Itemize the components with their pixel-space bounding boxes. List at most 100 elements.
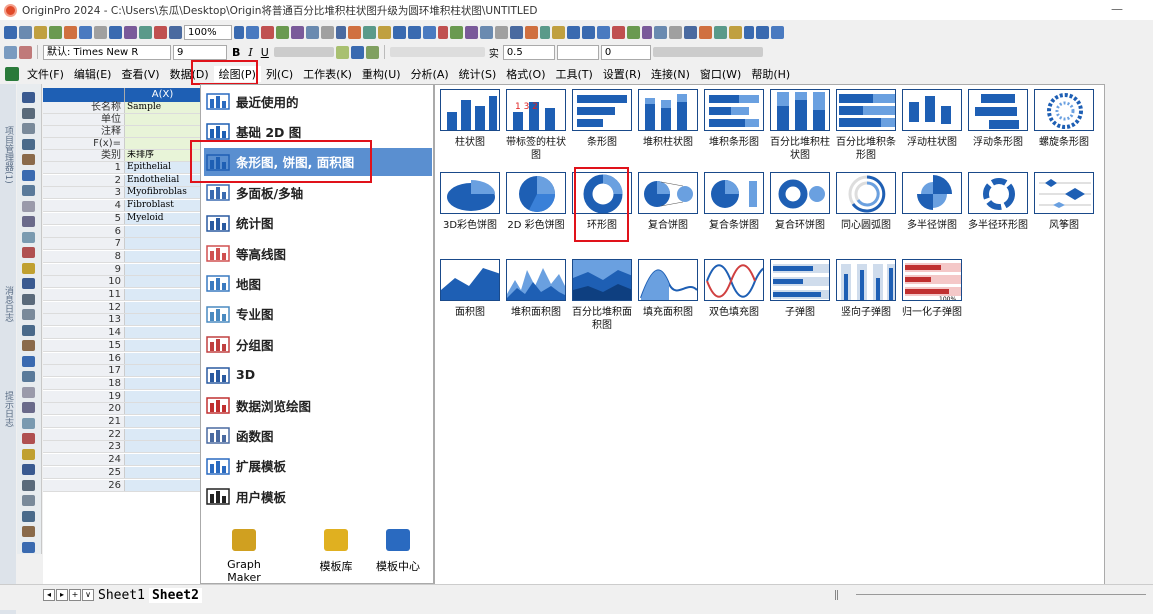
plot-menu-item[interactable]: 扩展模板 (204, 452, 432, 480)
column-a-header[interactable]: A(X) (125, 88, 200, 102)
gallery-thumb-float[interactable] (902, 89, 962, 131)
tool-icon[interactable] (22, 293, 35, 305)
toolbar-icon[interactable] (408, 25, 421, 39)
toolbar-icon[interactable] (139, 25, 152, 39)
toolbar-icon[interactable] (169, 25, 182, 39)
gallery-thumb-hpct[interactable] (836, 89, 896, 131)
tool-icon[interactable] (22, 448, 35, 460)
toolbar-icon[interactable] (261, 25, 274, 39)
gallery-thumb-fillarea[interactable] (638, 259, 698, 301)
gallery-thumb-radiuspie[interactable] (902, 172, 962, 214)
row-number[interactable]: 22 (43, 428, 125, 440)
prev-sheet-icon[interactable]: ◂ (43, 589, 55, 601)
gallery-thumb-bullet[interactable] (770, 259, 830, 301)
side-tab-results[interactable]: 提示日志 (1, 369, 15, 449)
toolbar-icon[interactable] (525, 25, 538, 39)
meta-value[interactable] (125, 126, 200, 137)
tool-icon[interactable] (22, 417, 35, 429)
toolbar-icon[interactable] (654, 25, 667, 39)
tab-sheet2[interactable]: Sheet2 (148, 587, 202, 603)
toolbar-icon[interactable] (393, 25, 406, 39)
row-number[interactable]: 25 (43, 466, 125, 478)
row-number[interactable]: 1 (43, 162, 125, 173)
gallery-thumb-spiral[interactable] (1034, 89, 1094, 131)
data-cell[interactable] (125, 390, 200, 402)
side-tab-project-explorer[interactable]: 项目管理器(1) (1, 90, 15, 220)
gallery-thumb-compound[interactable] (638, 172, 698, 214)
tool-icon[interactable] (22, 154, 35, 165)
plot-menu-item[interactable]: 地图 (204, 269, 432, 297)
row-number[interactable]: 11 (43, 289, 125, 300)
toolbar-icon[interactable] (582, 25, 595, 39)
gallery-thumb-pctarea[interactable] (572, 259, 632, 301)
row-number[interactable]: 10 (43, 276, 125, 288)
gallery-thumb-stackarea[interactable] (506, 259, 566, 301)
toolbar-icon[interactable] (306, 25, 319, 39)
row-number[interactable]: 23 (43, 441, 125, 453)
meta-value[interactable] (125, 114, 200, 125)
data-cell[interactable] (125, 289, 200, 300)
toolbar-icon[interactable] (771, 25, 784, 39)
gallery-thumb-radiusdonut[interactable] (968, 172, 1028, 214)
tool-icon[interactable] (22, 371, 35, 382)
toolbar-icon[interactable] (450, 25, 463, 39)
row-number[interactable]: 12 (43, 301, 125, 313)
toolbar-icon[interactable] (729, 25, 742, 39)
menu-tools[interactable]: 工具(T) (551, 66, 598, 82)
tool-icon[interactable] (22, 247, 35, 258)
tool-icon[interactable] (22, 340, 35, 351)
tool-icon[interactable] (22, 464, 35, 475)
layer-icon[interactable] (335, 45, 349, 59)
underline-button[interactable]: U (258, 46, 272, 59)
toolbar-icon[interactable] (94, 25, 107, 39)
row-number[interactable]: 18 (43, 377, 125, 389)
menu-plot[interactable]: 绘图(P) (213, 65, 261, 82)
toolbar-icon[interactable] (465, 25, 478, 39)
meta-value[interactable] (125, 138, 200, 149)
template-button[interactable]: 模板中心 (363, 525, 433, 577)
data-cell[interactable] (125, 352, 200, 364)
toolbar-icon[interactable] (124, 25, 137, 39)
font-size-combo[interactable]: 9 (173, 44, 227, 60)
gallery-thumb-pie3d[interactable] (440, 172, 500, 214)
plot-menu-item[interactable]: 专业图 (204, 300, 432, 328)
line-color-icons[interactable] (389, 47, 485, 57)
menu-statistics[interactable]: 统计(S) (454, 66, 502, 82)
toolbar-icon[interactable] (540, 25, 550, 39)
tool-icon[interactable] (22, 138, 35, 150)
font-combo[interactable]: 默认: Times New R (43, 44, 171, 60)
font-color-icon[interactable] (19, 45, 32, 59)
plot-menu-item[interactable]: 分组图 (204, 330, 432, 358)
gallery-thumb-area[interactable] (440, 259, 500, 301)
row-number[interactable]: 17 (43, 365, 125, 377)
row-number[interactable]: 3 (43, 187, 125, 199)
toolbar-icon[interactable] (756, 25, 769, 39)
tool-icon[interactable] (22, 433, 35, 444)
toolbar-icon[interactable] (669, 25, 682, 39)
toolbar-icon[interactable] (438, 25, 448, 39)
row-number[interactable]: 20 (43, 403, 125, 415)
toolbar-icon[interactable] (363, 25, 376, 39)
data-cell[interactable] (125, 441, 200, 453)
data-cell[interactable]: Epithelial (125, 162, 200, 173)
data-cell[interactable] (125, 377, 200, 389)
toolbar-icon[interactable] (510, 25, 523, 39)
tool-icon[interactable] (22, 324, 35, 336)
data-cell[interactable] (125, 365, 200, 377)
data-cell[interactable] (125, 301, 200, 313)
toolbar-icon[interactable] (552, 25, 565, 39)
template-button[interactable]: Graph Maker (209, 525, 279, 584)
template-button[interactable]: 模板库 (301, 525, 371, 577)
menu-column[interactable]: 列(C) (261, 66, 298, 82)
tool-icon[interactable] (22, 402, 35, 413)
tool-icon[interactable] (22, 278, 35, 289)
data-cell[interactable] (125, 314, 200, 326)
gallery-thumb-bar[interactable] (440, 89, 500, 131)
toolbar-icon[interactable] (64, 25, 77, 39)
legend-icon[interactable] (365, 45, 379, 59)
menu-window[interactable]: 窗口(W) (695, 66, 746, 82)
menu-worksheet[interactable]: 工作表(K) (298, 66, 357, 82)
tool-icon[interactable] (22, 510, 35, 522)
row-number[interactable]: 21 (43, 416, 125, 427)
tool-icon[interactable] (22, 262, 35, 274)
